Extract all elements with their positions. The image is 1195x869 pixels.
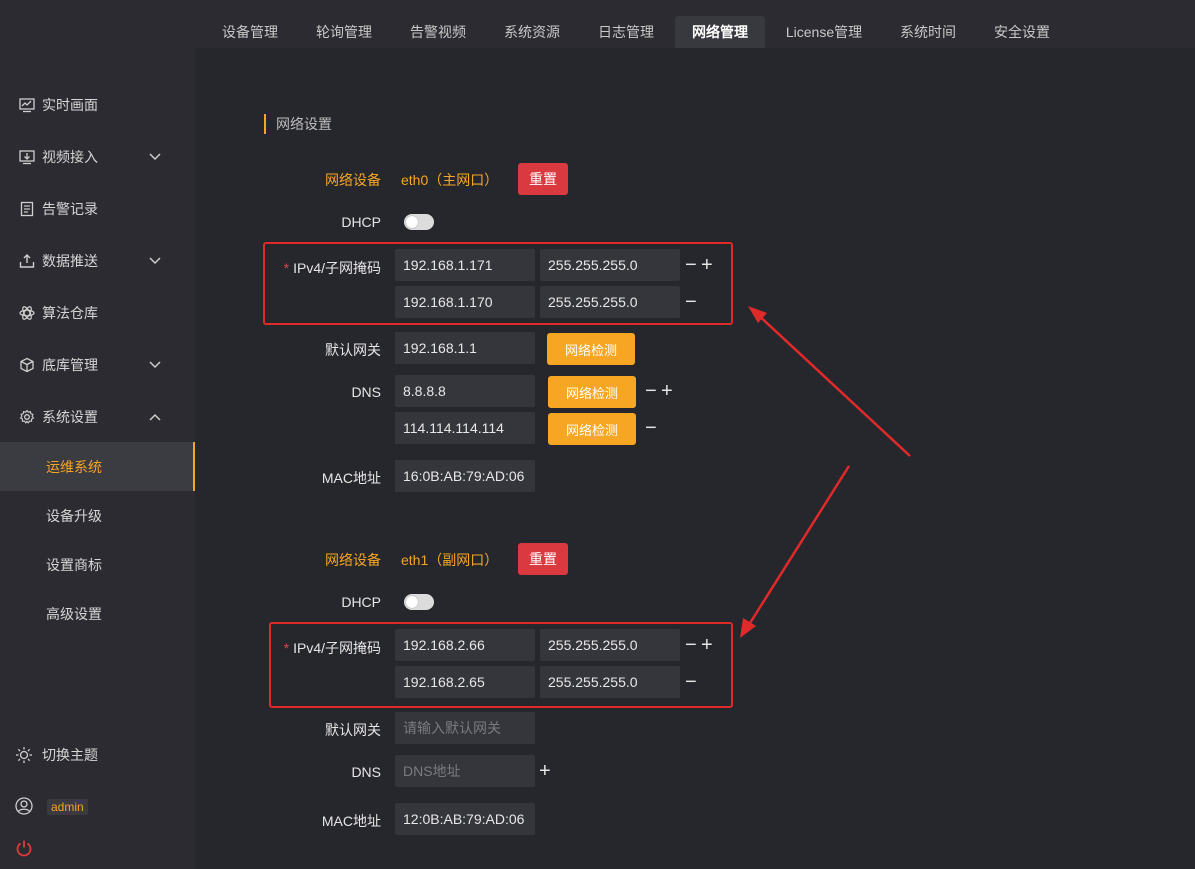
sidebar-subitem-label: 设备升级 xyxy=(46,507,102,524)
device-label: 网络设备 xyxy=(325,552,381,568)
sidebar-item-library[interactable]: 底库管理 xyxy=(0,340,195,389)
annotation-box-eth0 xyxy=(263,242,733,325)
sidebar-subitem-label: 设置商标 xyxy=(46,556,102,573)
sidebar-item-label: 底库管理 xyxy=(42,356,98,373)
sidebar-item-label: 告警记录 xyxy=(42,200,98,217)
tab-system-time[interactable]: 系统时间 xyxy=(887,16,969,48)
chevron-down-icon[interactable] xyxy=(148,254,162,268)
eth0-device-name: eth0（主网口） xyxy=(401,172,499,188)
sidebar-item-live-view[interactable]: 实时画面 xyxy=(0,80,195,129)
plus-icon[interactable]: + xyxy=(661,381,673,401)
sun-icon xyxy=(15,746,33,764)
section-title: 网络设置 xyxy=(264,114,332,134)
gateway-label: 默认网关 xyxy=(325,342,381,358)
dns-check-button-2[interactable]: 网络检测 xyxy=(548,413,636,445)
eth1-gateway-field[interactable]: 请输入默认网关 xyxy=(395,712,535,744)
sidebar-item-system-settings[interactable]: 系统设置 xyxy=(0,392,195,441)
push-icon xyxy=(18,252,36,270)
user-avatar-icon xyxy=(15,796,33,815)
monitor-chart-icon xyxy=(18,96,36,114)
username-badge: admin xyxy=(47,798,88,815)
mac-label: MAC地址 xyxy=(321,470,381,486)
tab-log-management[interactable]: 日志管理 xyxy=(585,16,667,48)
sidebar-item-label: 视频接入 xyxy=(42,148,98,165)
list-doc-icon xyxy=(18,200,36,218)
eth0-mac-field: 16:0B:AB:79:AD:06 xyxy=(395,460,535,492)
sidebar-subitem-label: 运维系统 xyxy=(46,458,102,475)
dhcp-label: DHCP xyxy=(341,214,381,230)
sidebar-subitem-advanced[interactable]: 高级设置 xyxy=(0,589,195,638)
cube-icon xyxy=(18,356,36,374)
sidebar-item-alarm-records[interactable]: 告警记录 xyxy=(0,184,195,233)
arrow-line-2 xyxy=(743,465,851,632)
gateway-check-button[interactable]: 网络检测 xyxy=(547,333,635,365)
eth1-dns-field[interactable]: DNS地址 xyxy=(395,755,535,787)
eth1-dhcp-toggle[interactable] xyxy=(404,594,434,610)
dns-label: DNS xyxy=(351,384,381,400)
eth0-dns-field-1[interactable]: 8.8.8.8 xyxy=(395,375,535,407)
eth1-device-name: eth1（副网口） xyxy=(401,552,499,568)
tab-network-management[interactable]: 网络管理 xyxy=(675,16,765,48)
power-icon[interactable] xyxy=(15,839,33,857)
tab-polling-management[interactable]: 轮询管理 xyxy=(303,16,385,48)
network-settings-panel: 网络设置 网络设备 eth0（主网口） 重置 DHCP * IPv4/子网掩码 1… xyxy=(195,48,1195,869)
minus-icon[interactable]: − xyxy=(645,381,657,401)
tab-system-resources[interactable]: 系统资源 xyxy=(491,16,573,48)
eth0-reset-button[interactable]: 重置 xyxy=(518,163,568,195)
eth0-dhcp-toggle[interactable] xyxy=(404,214,434,230)
switch-theme-label: 切换主题 xyxy=(42,746,98,763)
username: admin xyxy=(47,798,88,815)
tab-alarm-video[interactable]: 告警视频 xyxy=(397,16,479,48)
sidebar-item-video-input[interactable]: 视频接入 xyxy=(0,132,195,181)
sidebar-subitem-device-upgrade[interactable]: 设备升级 xyxy=(0,491,195,540)
eth1-mac-field: 12:0B:AB:79:AD:06 xyxy=(395,803,535,835)
sidebar-item-algorithm-store[interactable]: 算法仓库 xyxy=(0,288,195,337)
logout-button[interactable] xyxy=(0,823,195,869)
gear-icon xyxy=(18,408,36,426)
sidebar-item-data-push[interactable]: 数据推送 xyxy=(0,236,195,285)
eth0-gateway-field[interactable]: 192.168.1.1 xyxy=(395,332,535,364)
sidebar: 实时画面 视频接入 告警记录 数据推送 算法仓库 底库管理 系统设置 运维系统 … xyxy=(0,0,195,869)
eth1-reset-button[interactable]: 重置 xyxy=(518,543,568,575)
arrow-head-1 xyxy=(748,306,767,323)
tab-bar: 设备管理 轮询管理 告警视频 系统资源 日志管理 网络管理 License管理 … xyxy=(195,0,1195,48)
gateway-label: 默认网关 xyxy=(325,722,381,738)
eth0-dns-field-2[interactable]: 114.114.114.114 xyxy=(395,412,535,444)
sidebar-item-label: 算法仓库 xyxy=(42,304,98,321)
minus-icon[interactable]: − xyxy=(645,418,657,438)
sidebar-subitem-ops-system[interactable]: 运维系统 xyxy=(0,442,195,491)
plus-icon[interactable]: + xyxy=(539,761,551,781)
dns-label: DNS xyxy=(351,764,381,780)
sidebar-subitem-set-logo[interactable]: 设置商标 xyxy=(0,540,195,589)
video-input-icon xyxy=(18,148,36,166)
sidebar-item-label: 系统设置 xyxy=(42,408,98,425)
dhcp-label: DHCP xyxy=(341,594,381,610)
chevron-down-icon[interactable] xyxy=(148,150,162,164)
switch-theme-button[interactable]: 切换主题 xyxy=(0,730,195,779)
device-label: 网络设备 xyxy=(325,172,381,188)
sidebar-subitem-label: 高级设置 xyxy=(46,605,102,622)
tab-license-management[interactable]: License管理 xyxy=(777,16,871,48)
atom-icon xyxy=(18,304,36,322)
arrow-line-1 xyxy=(754,311,911,457)
chevron-down-icon[interactable] xyxy=(148,358,162,372)
sidebar-item-label: 实时画面 xyxy=(42,96,98,113)
tab-device-management[interactable]: 设备管理 xyxy=(209,16,291,48)
annotation-box-eth1 xyxy=(269,622,733,708)
chevron-up-icon[interactable] xyxy=(148,410,162,424)
sidebar-item-label: 数据推送 xyxy=(42,252,98,269)
dns-check-button-1[interactable]: 网络检测 xyxy=(548,376,636,408)
arrow-head-2 xyxy=(740,618,756,638)
mac-label: MAC地址 xyxy=(321,813,381,829)
tab-security-settings[interactable]: 安全设置 xyxy=(981,16,1063,48)
